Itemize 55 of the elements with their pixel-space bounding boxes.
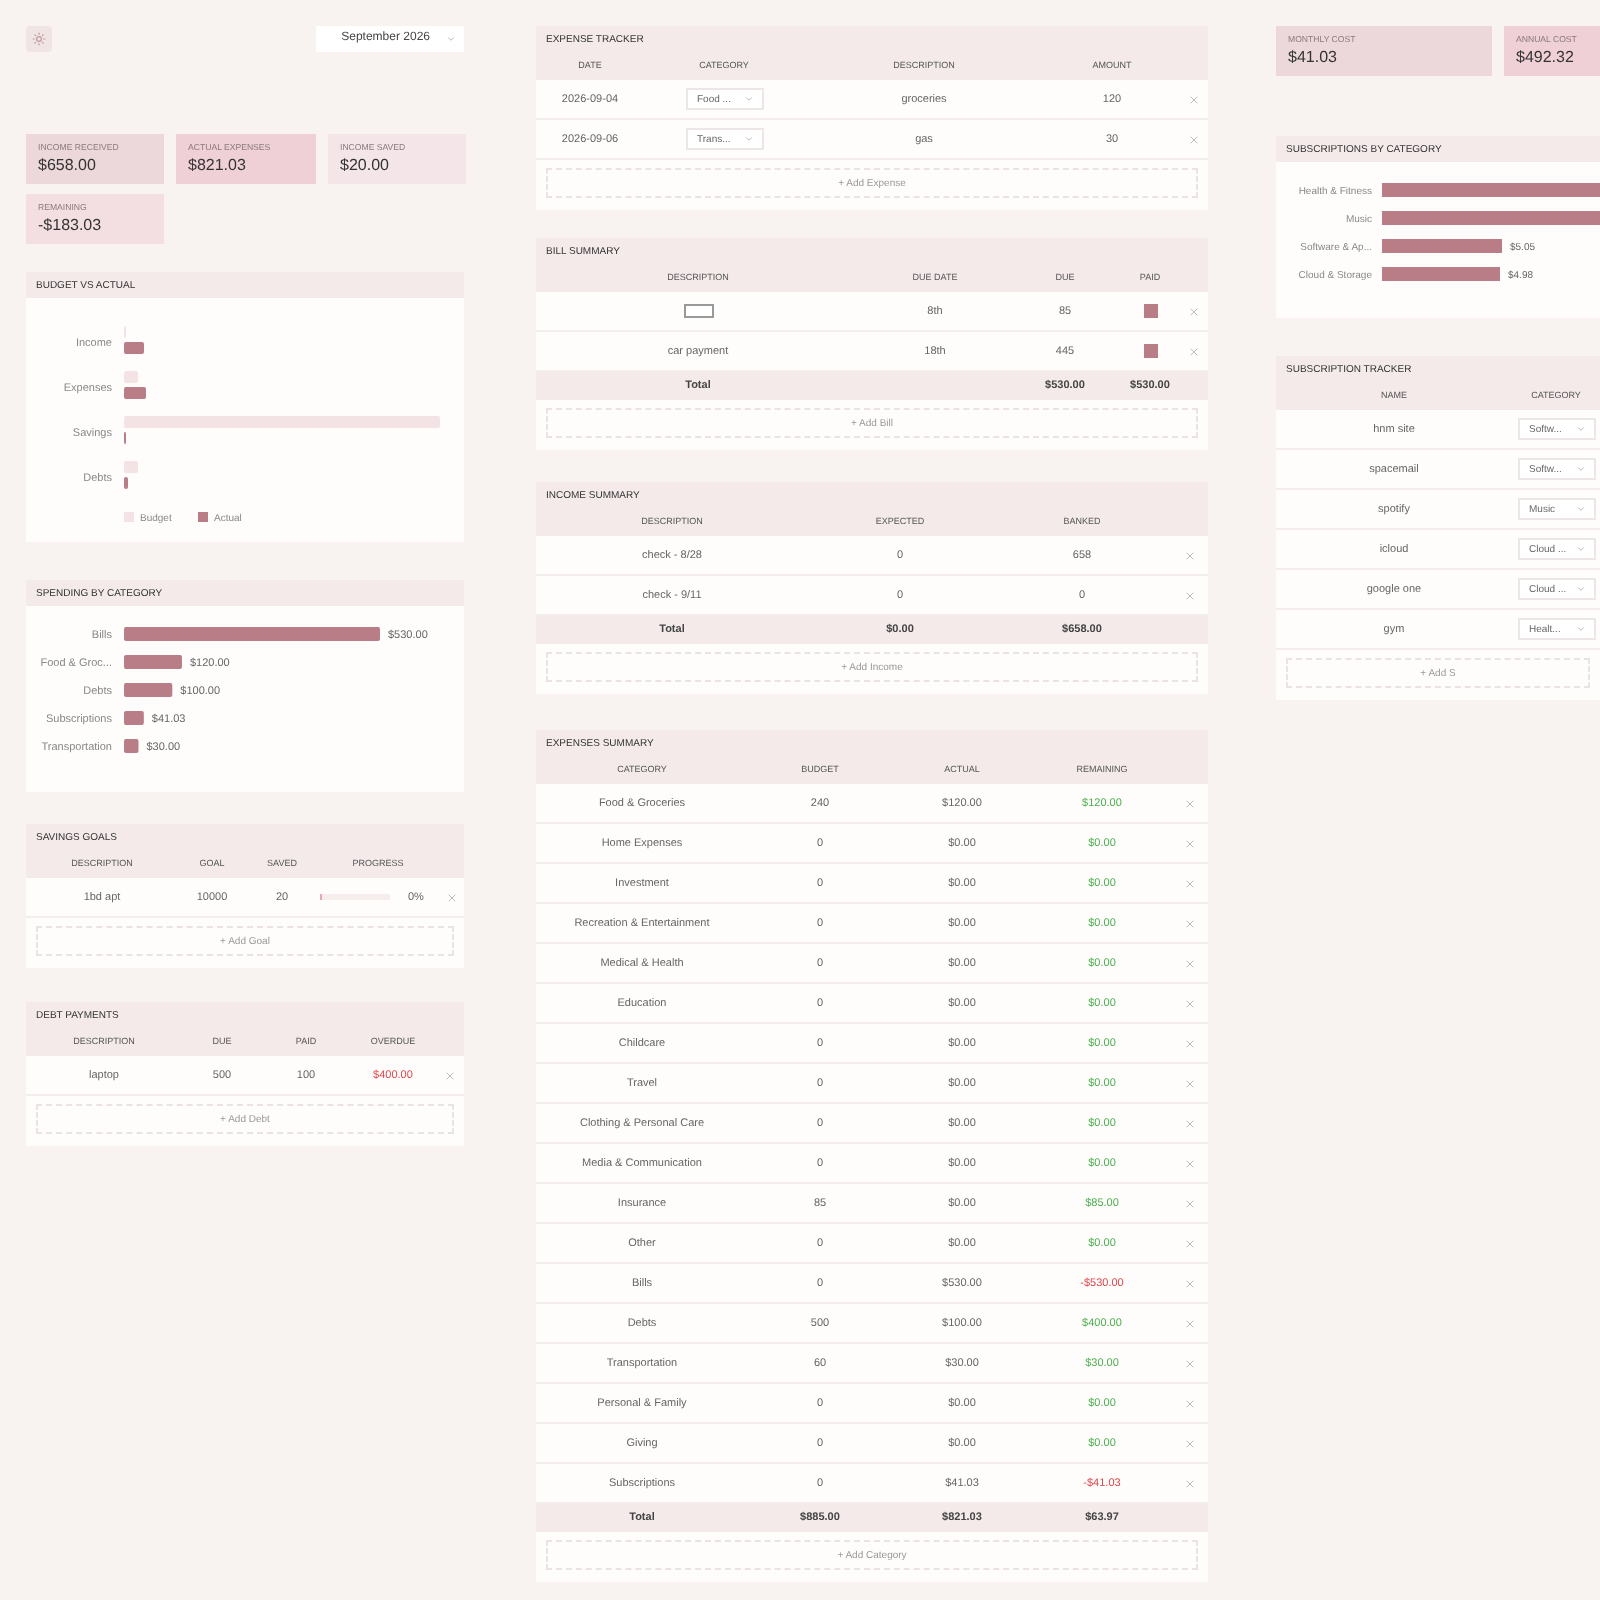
chevron-down-icon <box>1575 624 1585 634</box>
delete-icon[interactable] <box>1184 837 1196 849</box>
delete-icon[interactable] <box>1184 1357 1196 1369</box>
bar <box>124 711 144 725</box>
delete-icon[interactable] <box>1184 589 1196 601</box>
budget-bar <box>124 371 138 383</box>
delete-icon[interactable] <box>1188 345 1200 357</box>
delete-icon[interactable] <box>1184 1437 1196 1449</box>
delete-icon[interactable] <box>1184 1197 1196 1209</box>
budget-bar <box>124 461 138 473</box>
delete-icon[interactable] <box>1184 1037 1196 1049</box>
delete-icon[interactable] <box>445 891 457 903</box>
chevron-down-icon <box>446 33 456 43</box>
delete-icon[interactable] <box>1184 1317 1196 1329</box>
stat-value: $658.00 <box>38 156 98 174</box>
chevron-down-icon <box>743 134 753 144</box>
bar <box>124 739 139 753</box>
delete-icon[interactable] <box>1184 957 1196 969</box>
stat-value: $821.03 <box>188 156 248 174</box>
delete-icon[interactable] <box>1184 549 1196 561</box>
stat-value: -$183.03 <box>38 216 104 234</box>
stat-value: $41.03 <box>1288 48 1339 66</box>
delete-icon[interactable] <box>1184 797 1196 809</box>
bar <box>1382 239 1502 253</box>
chevron-down-icon <box>743 94 753 104</box>
delete-icon[interactable] <box>1188 133 1200 145</box>
delete-icon[interactable] <box>1184 917 1196 929</box>
paid-checkbox[interactable] <box>1143 344 1157 358</box>
chevron-down-icon <box>1575 504 1585 514</box>
delete-icon[interactable] <box>1188 305 1200 317</box>
bar <box>1382 267 1500 281</box>
delete-icon[interactable] <box>1184 877 1196 889</box>
stat-value: $20.00 <box>340 156 391 174</box>
delete-icon[interactable] <box>1184 1077 1196 1089</box>
delete-icon[interactable] <box>1184 1397 1196 1409</box>
actual-bar <box>124 387 146 399</box>
delete-icon[interactable] <box>1184 1477 1196 1489</box>
input-field[interactable] <box>683 304 713 318</box>
bar <box>124 655 182 669</box>
delete-icon[interactable] <box>1184 1117 1196 1129</box>
actual-bar <box>124 342 144 354</box>
bar <box>124 683 173 697</box>
delete-icon[interactable] <box>444 1069 456 1081</box>
settings-button[interactable] <box>26 25 52 51</box>
stat-value: $492.32 <box>1516 48 1576 66</box>
delete-icon[interactable] <box>1184 1157 1196 1169</box>
paid-checkbox[interactable] <box>1143 304 1157 318</box>
chevron-down-icon <box>1575 544 1585 554</box>
delete-icon[interactable] <box>1184 1237 1196 1249</box>
delete-icon[interactable] <box>1184 1277 1196 1289</box>
chevron-down-icon <box>1575 424 1585 434</box>
delete-icon[interactable] <box>1184 997 1196 1009</box>
delete-icon[interactable] <box>1188 93 1200 105</box>
chevron-down-icon <box>1575 584 1585 594</box>
chevron-down-icon <box>1575 464 1585 474</box>
